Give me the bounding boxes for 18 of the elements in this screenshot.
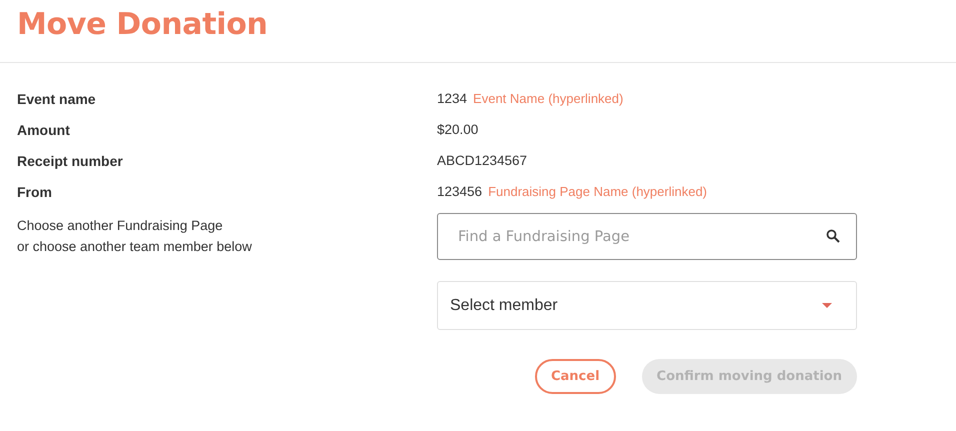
field-label: Receipt number <box>17 152 124 168</box>
field-label: Amount <box>17 122 71 138</box>
field-label: Event name <box>17 90 97 106</box>
name-link[interactable]: Fundraising Page Name (hyperlinked) <box>488 184 708 199</box>
cancel-button[interactable]: Cancel <box>534 359 616 394</box>
name-link[interactable]: Event Name (hyperlinked) <box>473 91 624 106</box>
search-icon <box>826 229 840 243</box>
field-label: From <box>17 184 53 200</box>
field-value: ABCD1234567 <box>437 153 528 168</box>
search-field[interactable]: Find a Fundraising Page <box>437 213 857 260</box>
member-dropdown[interactable]: Select member <box>437 281 857 330</box>
instruction-text: or choose another team member below <box>17 238 252 256</box>
instruction-text: Choose another Fundraising Page <box>17 217 223 235</box>
id-number: 123456 <box>437 184 482 199</box>
id-number: 1234 <box>437 91 468 106</box>
caret-icon <box>822 303 832 308</box>
page-title: Move Donation <box>17 6 268 42</box>
field-value: $20.00 <box>437 122 478 137</box>
